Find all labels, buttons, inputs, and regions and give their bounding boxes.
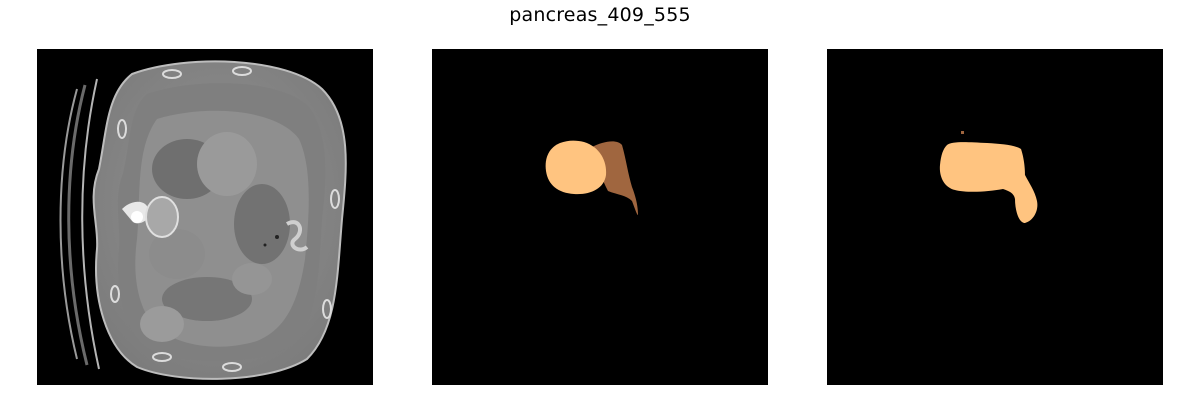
predicted-mask — [827, 49, 1163, 385]
prediction-panel — [827, 49, 1163, 385]
figure-title: pancreas_409_555 — [509, 4, 691, 26]
ct-slice-panel — [37, 49, 373, 385]
ground-truth-panel — [432, 49, 768, 385]
pred-speck — [961, 131, 964, 134]
ground-truth-mask — [432, 49, 768, 385]
ct-slice-image — [37, 49, 373, 385]
